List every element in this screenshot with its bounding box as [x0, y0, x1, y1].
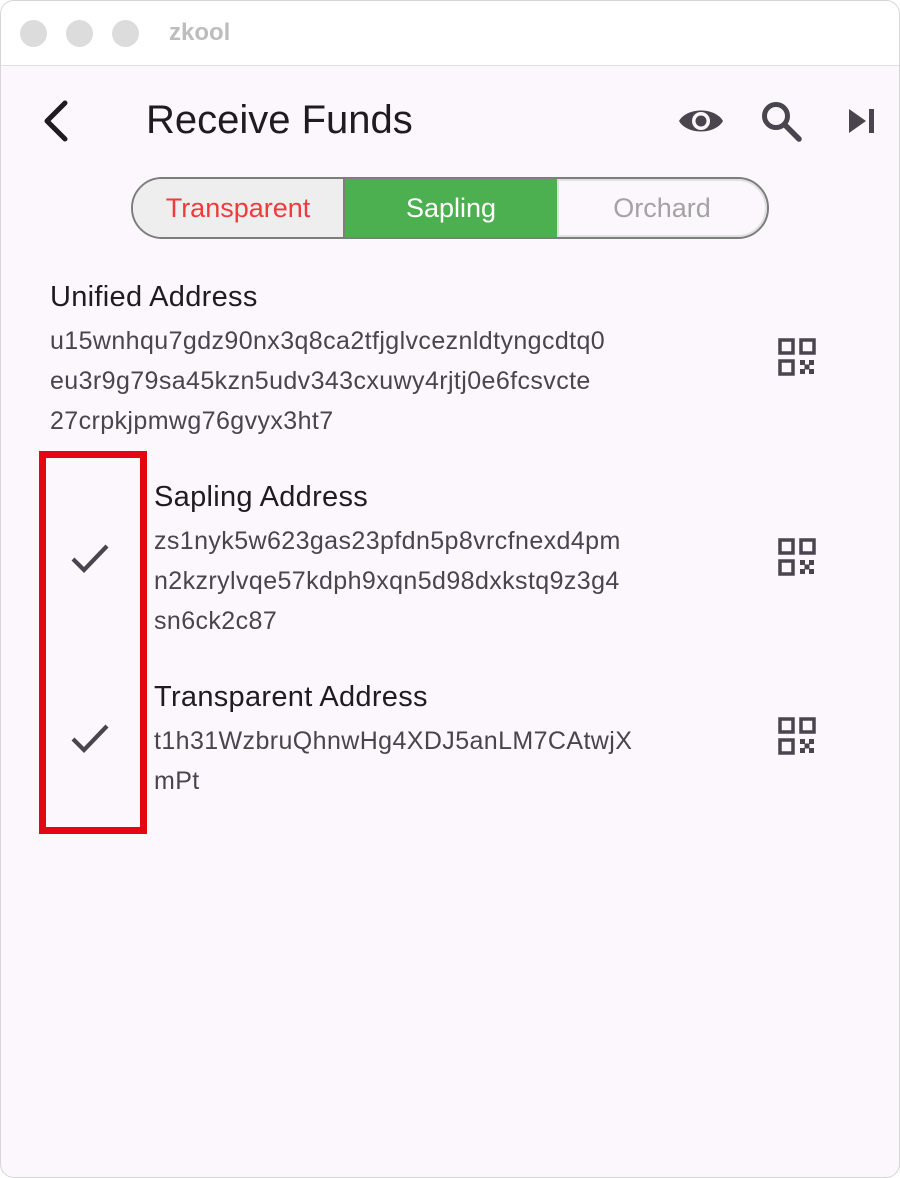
sapling-address-value: zs1nyk5w623gas23pfdn5p8vrcfnexd4pm n2kzr… [154, 521, 621, 641]
highlight-annotation-box [39, 451, 147, 834]
transparent-address-label: Transparent Address [154, 681, 428, 713]
address-line: u15wnhqu7gdz90nx3q8ca2tfjglvceznldtyngcd… [50, 327, 606, 355]
app-bar: Receive Funds [1, 65, 899, 177]
search-icon[interactable] [759, 99, 803, 143]
unified-address-value: u15wnhqu7gdz90nx3q8ca2tfjglvceznldtyngcd… [50, 321, 605, 441]
pool-selector: Transparent Sapling Orchard [131, 177, 769, 239]
zoom-window-button[interactable] [112, 20, 139, 47]
address-line: 27crpkjpmwg76gvyx3ht7 [50, 407, 334, 435]
transparent-address-value: t1h31WzbruQhnwHg4XDJ5anLM7CAtwjX mPt [154, 721, 632, 801]
tab-transparent[interactable]: Transparent [133, 179, 345, 237]
close-window-button[interactable] [20, 20, 47, 47]
address-line: n2kzrylvqe57kdph9xqn5d98dxkstq9z3g4 [154, 567, 620, 595]
title-bar: zkool [1, 1, 899, 66]
page-title: Receive Funds [146, 98, 413, 142]
qr-code-icon[interactable] [778, 717, 816, 755]
sapling-address-label: Sapling Address [154, 481, 369, 513]
qr-code-icon[interactable] [778, 338, 816, 376]
tab-sapling[interactable]: Sapling [345, 179, 559, 237]
address-line: t1h31WzbruQhnwHg4XDJ5anLM7CAtwjX [154, 727, 633, 755]
address-line: zs1nyk5w623gas23pfdn5p8vrcfnexd4pm [154, 527, 621, 555]
address-line: sn6ck2c87 [154, 607, 278, 635]
skip-next-icon[interactable] [845, 103, 879, 139]
address-line: eu3r9g79sa45kzn5udv343cxuwy4rjtj0e6fcsvc… [50, 367, 591, 395]
app-window: zkool Receive Funds Transparent Sapling … [0, 0, 900, 1178]
minimize-window-button[interactable] [66, 20, 93, 47]
address-line: mPt [154, 767, 200, 795]
back-arrow-icon[interactable] [37, 99, 77, 143]
unified-address-label: Unified Address [50, 281, 258, 313]
eye-icon[interactable] [677, 101, 725, 141]
qr-code-icon[interactable] [778, 538, 816, 576]
window-title: zkool [169, 19, 231, 46]
tab-orchard: Orchard [559, 179, 767, 237]
